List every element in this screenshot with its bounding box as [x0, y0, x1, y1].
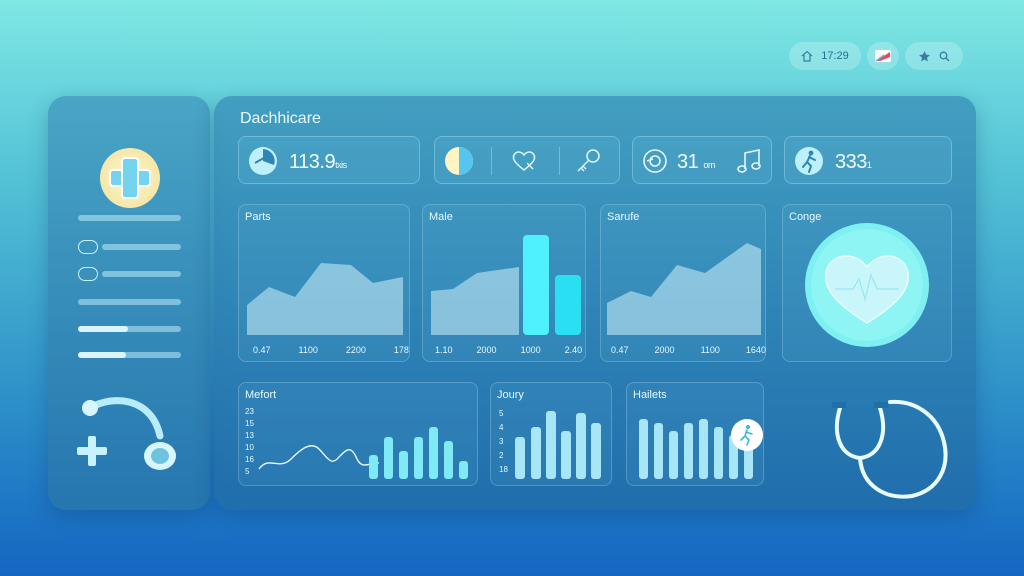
top-toolbar: 17:29: [789, 42, 963, 70]
heart-icon[interactable]: [511, 149, 537, 173]
line-series: [258, 445, 380, 470]
tick-label: 0.47: [611, 345, 629, 355]
heart-icon: [805, 223, 929, 347]
stat-unit: txis: [335, 160, 347, 170]
chat-icon: [78, 240, 98, 254]
male-chart-card[interactable]: Male 1.10 2000 1000 2.40: [422, 204, 586, 362]
tick-label: 0.47: [253, 345, 271, 355]
bar: [369, 455, 378, 479]
tick-label: 2.40: [564, 345, 583, 355]
x-axis-ticks: 1.10 2000 1000 2.40: [435, 345, 582, 355]
area-series: [607, 243, 761, 335]
bar: [684, 423, 693, 479]
sidebar-item-5[interactable]: [78, 326, 181, 332]
tick-label: 1.10: [435, 345, 453, 355]
bar-medium: [555, 275, 581, 335]
tick-label: 1100: [700, 345, 720, 355]
bar: [429, 427, 438, 479]
bar: [576, 413, 586, 479]
stat-value: 333: [835, 151, 867, 173]
tick-label: 2000: [476, 345, 497, 355]
sarufe-chart-card[interactable]: Sarufe 0.47 2000 1100 1640: [600, 204, 766, 362]
area-series: [431, 267, 519, 335]
mefort-chart-card[interactable]: Mefort 23 15 13 10 16 5: [238, 382, 478, 486]
sarufe-area-chart: [607, 243, 761, 335]
music-icon[interactable]: [735, 147, 763, 175]
bar: [546, 411, 556, 479]
tick-label: 1100: [298, 345, 318, 355]
bar: [699, 419, 708, 479]
plus-cross-icon: [100, 148, 160, 208]
tick-label: 1640: [745, 345, 766, 355]
hailets-bar-chart: [639, 419, 763, 479]
conge-card[interactable]: Conge: [782, 204, 952, 362]
sidebar-item-6[interactable]: [78, 352, 181, 358]
bar: [591, 423, 601, 479]
favorites-search-pill[interactable]: [905, 42, 963, 70]
bar-tall: [523, 235, 549, 335]
bar: [561, 431, 571, 479]
tick-label: 2200: [345, 345, 366, 355]
area-series: [247, 263, 403, 335]
runner-icon: [731, 419, 763, 451]
x-axis-ticks: 0.47 2000 1100 1640: [611, 345, 766, 355]
bar: [669, 431, 678, 479]
bar: [714, 427, 723, 479]
stat-card-1[interactable]: 113.9txis: [238, 136, 420, 184]
sidebar-item-1[interactable]: [78, 215, 181, 221]
stat-value: 113.9: [289, 151, 336, 173]
sidebar-item-4[interactable]: [78, 299, 181, 305]
star-icon[interactable]: [918, 50, 931, 63]
chat-icon: [78, 267, 98, 281]
home-icon: [801, 50, 813, 62]
bar: [414, 437, 423, 479]
male-bar-chart: [431, 235, 581, 335]
bar: [459, 461, 468, 479]
hailets-chart-card[interactable]: Hailets: [626, 382, 764, 486]
stat-unit: om: [703, 160, 715, 170]
disc-icon: [643, 149, 667, 173]
home-time-pill[interactable]: 17:29: [789, 42, 861, 70]
joury-bar-chart: [515, 411, 601, 479]
stat-unit: 1: [866, 160, 872, 170]
stethoscope-icon: [832, 399, 948, 499]
tick-label: 2000: [654, 345, 675, 355]
mefort-combo-chart: [258, 427, 468, 479]
search-icon[interactable]: [939, 51, 950, 62]
pie-icon: [445, 147, 473, 175]
headset-icon: [77, 397, 176, 470]
bar: [531, 427, 541, 479]
bar: [515, 437, 525, 479]
clock-time: 17:29: [821, 50, 849, 62]
tick-label: 1000: [520, 345, 541, 355]
page-title: Dachhicare: [240, 110, 321, 127]
bar: [444, 441, 453, 479]
stat-value: 31: [677, 151, 699, 173]
flag-icon: [874, 49, 892, 63]
pie-chart-icon: [249, 147, 277, 175]
bar: [399, 451, 408, 479]
sidebar-item-2[interactable]: [102, 244, 181, 250]
stat-card-4[interactable]: 3331: [784, 136, 952, 184]
sidebar: [48, 96, 210, 510]
stat-card-2[interactable]: [434, 136, 620, 184]
key-icon[interactable]: [573, 147, 603, 175]
x-axis-ticks: 0.47 1100 2200 178: [253, 345, 409, 355]
tick-label: 178: [393, 345, 409, 355]
bar: [639, 419, 648, 479]
joury-chart-card[interactable]: Joury 5 4 3 2 18: [490, 382, 612, 486]
dashboard-panel: Dachhicare 113.9txis 31 om 3331 Parts 0.…: [214, 96, 976, 510]
parts-chart-card[interactable]: Parts 0.47 1100 2200 178: [238, 204, 410, 362]
sidebar-item-3[interactable]: [102, 271, 181, 277]
runner-icon: [795, 147, 823, 175]
bar: [654, 423, 663, 479]
stat-card-3[interactable]: 31 om: [632, 136, 772, 184]
bar: [384, 437, 393, 479]
parts-area-chart: [247, 263, 403, 335]
flag-button[interactable]: [867, 42, 899, 70]
